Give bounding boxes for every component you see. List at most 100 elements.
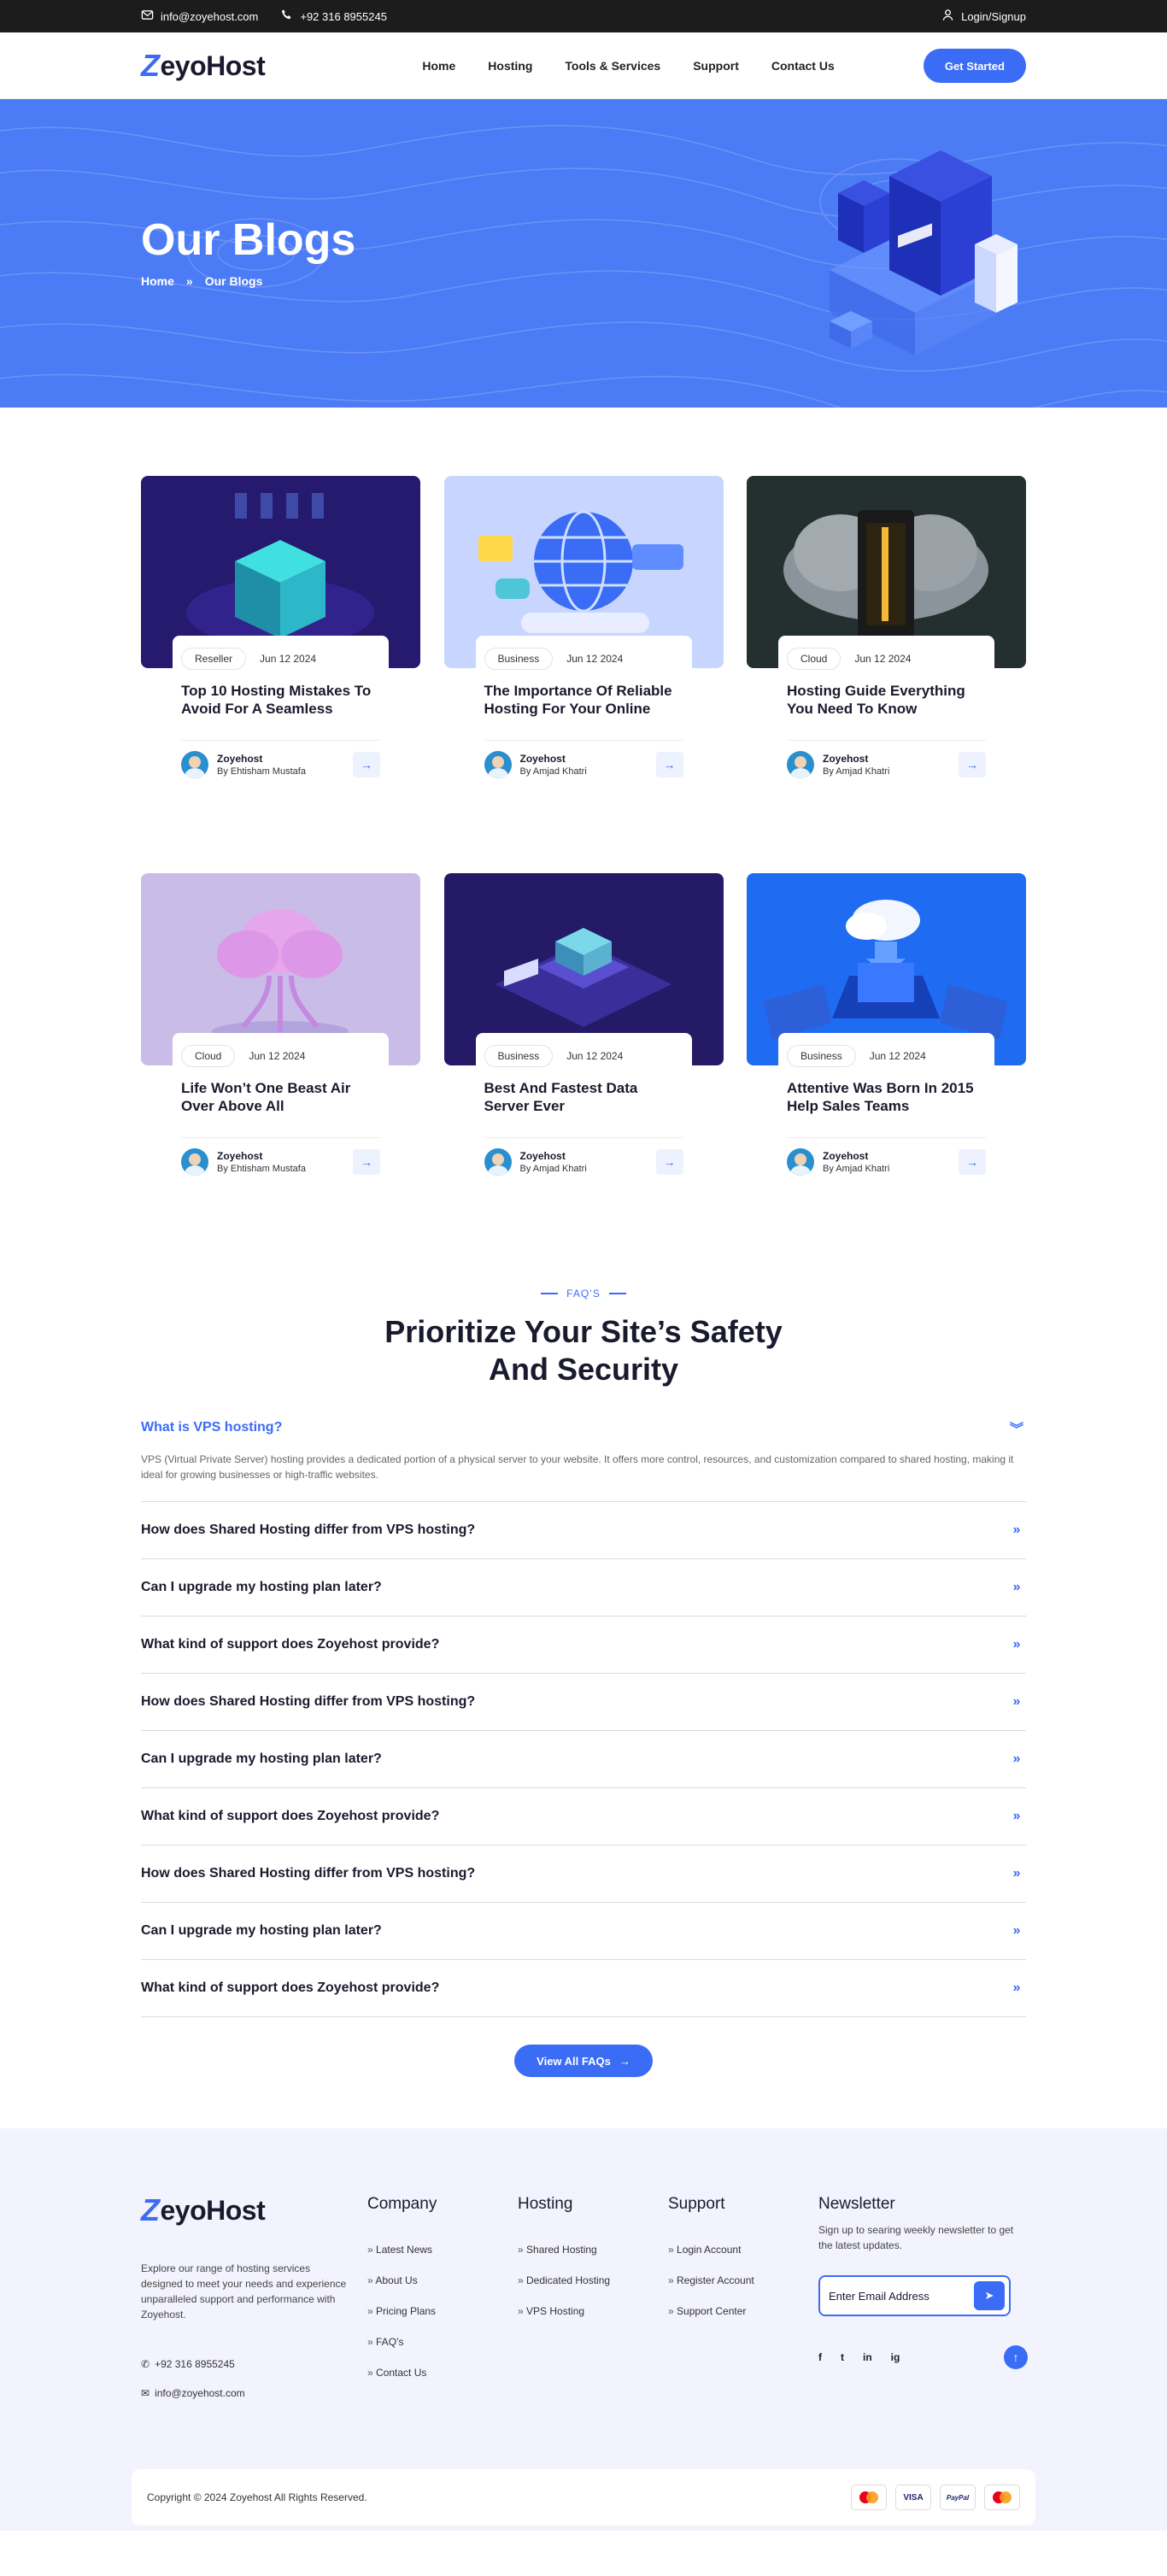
faq-item: How does Shared Hosting differ from VPS …: [141, 1845, 1026, 1903]
scroll-to-top-icon[interactable]: ↑: [1004, 2345, 1028, 2369]
site-header: ZeyoHost Home Hosting Tools & Services S…: [0, 32, 1167, 99]
nav-tools-services[interactable]: Tools & Services: [565, 59, 660, 73]
read-more-arrow-icon[interactable]: →: [959, 1149, 986, 1175]
blog-tag[interactable]: Business: [787, 1045, 856, 1067]
nav-home[interactable]: Home: [422, 59, 455, 73]
newsletter-email-input[interactable]: Enter Email Address ➤: [818, 2275, 1011, 2316]
topbar-phone[interactable]: +92 316 8955245: [280, 9, 387, 24]
faq-answer: VPS (Virtual Private Server) hosting pro…: [141, 1453, 1014, 1481]
faq-tag-text: FAQ’S: [566, 1288, 601, 1300]
blog-card-body: Reseller Jun 12 2024 Top 10 Hosting Mista…: [173, 636, 389, 778]
blog-card[interactable]: Cloud Jun 12 2024 Hosting Guide Everythin…: [747, 476, 1026, 796]
footer-link[interactable]: Register Account: [668, 2274, 818, 2286]
nav-contact[interactable]: Contact Us: [771, 59, 835, 73]
instagram-icon[interactable]: ig: [891, 2351, 900, 2363]
author-name: Zoyehost: [519, 1150, 566, 1162]
author-name: Zoyehost: [217, 753, 263, 765]
footer-link[interactable]: VPS Hosting: [518, 2305, 668, 2317]
chevron-right-icon[interactable]: »: [1007, 1637, 1026, 1652]
footer-link[interactable]: About Us: [367, 2274, 518, 2286]
blog-title[interactable]: Hosting Guide Everything You Need To Kno…: [787, 682, 986, 718]
faq-question[interactable]: What kind of support does Zoyehost provi…: [141, 1960, 1026, 2016]
faq-question[interactable]: How does Shared Hosting differ from VPS …: [141, 1502, 1026, 1558]
faq-title: Prioritize Your Site’s Safety And Securit…: [384, 1314, 783, 1387]
footer-support: Support Login Account Register Account S…: [668, 2192, 818, 2416]
footer-link[interactable]: Dedicated Hosting: [518, 2274, 668, 2286]
chevron-right-icon[interactable]: »: [1007, 1752, 1026, 1767]
topbar-email[interactable]: info@zoyehost.com: [141, 9, 258, 24]
chevron-right-icon[interactable]: »: [1007, 1523, 1026, 1538]
read-more-arrow-icon[interactable]: →: [353, 1149, 380, 1175]
twitter-icon[interactable]: t: [841, 2351, 844, 2363]
blog-title[interactable]: Life Won’t One Beast Air Over Above All: [181, 1079, 380, 1115]
footer-company-title: Company: [367, 2195, 437, 2213]
faq-question[interactable]: Can I upgrade my hosting plan later?»: [141, 1559, 1026, 1616]
faq-question[interactable]: Can I upgrade my hosting plan later?»: [141, 1903, 1026, 1959]
chevron-right-icon[interactable]: »: [1007, 1809, 1026, 1824]
send-icon[interactable]: ➤: [974, 2281, 1005, 2310]
facebook-icon[interactable]: f: [818, 2351, 822, 2363]
view-all-faqs-button[interactable]: View All FAQs →: [514, 2045, 653, 2077]
read-more-arrow-icon[interactable]: →: [655, 1149, 683, 1175]
blog-title[interactable]: Best And Fastest Data Server Ever: [484, 1079, 683, 1115]
chevron-down-icon[interactable]: ︾: [1007, 1417, 1026, 1438]
blog-date: Jun 12 2024: [260, 653, 317, 665]
chevron-right-icon[interactable]: »: [1007, 1980, 1026, 1996]
faq-question[interactable]: What is VPS hosting? ︾: [141, 1404, 1026, 1452]
read-more-arrow-icon[interactable]: →: [353, 752, 380, 777]
footer-link[interactable]: Login Account: [668, 2244, 818, 2256]
footer-link[interactable]: Support Center: [668, 2305, 818, 2317]
nav-support[interactable]: Support: [693, 59, 739, 73]
blog-title[interactable]: Top 10 Hosting Mistakes To Avoid For A S…: [181, 682, 380, 718]
chevron-right-icon[interactable]: »: [1007, 1694, 1026, 1710]
blog-card[interactable]: Business Jun 12 2024 Best And Fastest Dat…: [443, 873, 724, 1194]
footer-link[interactable]: Shared Hosting: [518, 2244, 668, 2256]
blog-date: Jun 12 2024: [249, 1050, 306, 1062]
chevron-right-icon[interactable]: »: [1007, 1866, 1026, 1881]
blog-card[interactable]: Business Jun 12 2024 Attentive Was Born I…: [747, 873, 1026, 1194]
read-more-arrow-icon[interactable]: →: [959, 752, 986, 777]
blog-date: Jun 12 2024: [566, 653, 624, 665]
faq-eyebrow: FAQ’S: [141, 1288, 1026, 1300]
footer-link[interactable]: Contact Us: [367, 2367, 518, 2379]
blog-card-body: Business Jun 12 2024 Attentive Was Born I…: [778, 1033, 994, 1176]
blog-tag[interactable]: Cloud: [181, 1045, 236, 1067]
footer-link[interactable]: FAQ’s: [367, 2336, 518, 2348]
mail-icon: ✉: [141, 2387, 150, 2399]
linkedin-icon[interactable]: in: [863, 2351, 872, 2363]
login-signup-link[interactable]: Login/Signup: [941, 9, 1026, 24]
faq-item: How does Shared Hosting differ from VPS …: [141, 1674, 1026, 1731]
faq-question[interactable]: What kind of support does Zoyehost provi…: [141, 1788, 1026, 1845]
get-started-button[interactable]: Get Started: [923, 49, 1026, 83]
blog-title[interactable]: The Importance Of Reliable Hosting For Y…: [484, 682, 683, 718]
footer-link[interactable]: Pricing Plans: [367, 2305, 518, 2317]
author-name: Zoyehost: [217, 1150, 263, 1162]
blog-date: Jun 12 2024: [566, 1050, 624, 1062]
faq-question[interactable]: How does Shared Hosting differ from VPS …: [141, 1674, 1026, 1730]
footer-logo[interactable]: ZeyoHost: [141, 2192, 367, 2228]
faq-question[interactable]: What kind of support does Zoyehost provi…: [141, 1617, 1026, 1673]
blog-card[interactable]: Reseller Jun 12 2024 Top 10 Hosting Mista…: [141, 476, 420, 796]
footer-email[interactable]: ✉ info@zoyehost.com: [141, 2387, 367, 2399]
faq-question[interactable]: How does Shared Hosting differ from VPS …: [141, 1845, 1026, 1902]
avatar: [484, 751, 512, 778]
blog-card[interactable]: Cloud Jun 12 2024 Life Won’t One Beast Ai…: [141, 873, 420, 1194]
blog-card[interactable]: Business Jun 12 2024 The Importance Of Re…: [443, 476, 724, 796]
blog-title[interactable]: Attentive Was Born In 2015 Help Sales Te…: [787, 1079, 986, 1115]
blog-tag[interactable]: Business: [484, 648, 554, 670]
faq-question[interactable]: Can I upgrade my hosting plan later?»: [141, 1731, 1026, 1787]
read-more-arrow-icon[interactable]: →: [655, 752, 683, 777]
footer-phone[interactable]: ✆ +92 316 8955245: [141, 2358, 367, 2370]
blog-tag[interactable]: Business: [484, 1045, 554, 1067]
mastercard-icon: [984, 2485, 1020, 2510]
chevron-right-icon[interactable]: »: [1007, 1923, 1026, 1939]
breadcrumb-home[interactable]: Home: [141, 274, 174, 288]
copyright-bar: Copyright © 2024 Zoyehost All Rights Res…: [132, 2469, 1035, 2526]
chevron-right-icon[interactable]: »: [1007, 1580, 1026, 1595]
faq-item: Can I upgrade my hosting plan later?»: [141, 1559, 1026, 1617]
logo[interactable]: ZeyoHost: [141, 48, 266, 84]
blog-tag[interactable]: Cloud: [787, 648, 842, 670]
footer-link[interactable]: Latest News: [367, 2244, 518, 2256]
nav-hosting[interactable]: Hosting: [488, 59, 532, 73]
blog-tag[interactable]: Reseller: [181, 648, 247, 670]
